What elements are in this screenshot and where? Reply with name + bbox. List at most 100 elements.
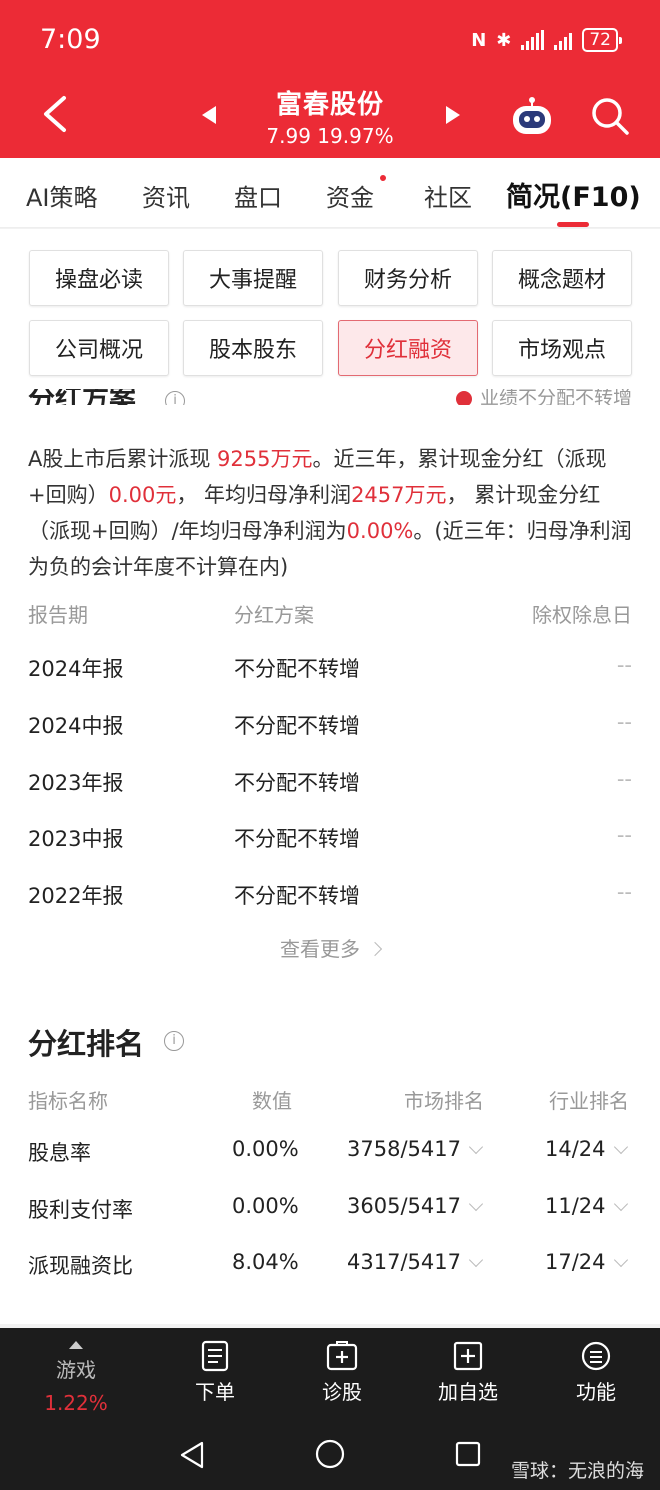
- dividend-plan-title: 分红方案: [28, 389, 136, 405]
- chevron-right-icon: [367, 941, 383, 957]
- chevron-down-icon[interactable]: [613, 1252, 628, 1268]
- chevron-down-icon[interactable]: [613, 1139, 628, 1155]
- diagnose-icon: [326, 1341, 358, 1371]
- col-header-period: 报告期: [28, 603, 88, 627]
- nav-home-icon[interactable]: [314, 1438, 346, 1470]
- add-icon: [453, 1341, 483, 1371]
- status-time: 7:09: [40, 24, 101, 55]
- row-period: 2024中报: [28, 714, 124, 738]
- chevron-down-icon[interactable]: [613, 1196, 628, 1212]
- game-sector-button[interactable]: 游戏 1.22%: [26, 1340, 126, 1415]
- next-stock-icon[interactable]: [444, 104, 462, 126]
- col-header-metric: 指标名称: [28, 1089, 108, 1113]
- col-header-market-rank: 市场排名: [404, 1089, 484, 1113]
- industry-rank: 14/24: [545, 1137, 628, 1161]
- metric-value: 0.00%: [232, 1137, 299, 1161]
- avg-net-profit-value: 2457万元: [351, 483, 447, 507]
- add-watchlist-button[interactable]: 加自选: [418, 1340, 518, 1405]
- signal-icon: [521, 30, 545, 50]
- cumulative-payout-value: 9255万元: [217, 447, 313, 471]
- subtab-trading-guide[interactable]: 操盘必读: [29, 250, 169, 306]
- market-rank-value: 4317/5417: [347, 1250, 461, 1274]
- subtab-shareholders[interactable]: 股本股东: [183, 320, 323, 376]
- view-more-label: 查看更多: [280, 937, 360, 961]
- nfc-icon: N: [471, 29, 487, 51]
- f10-subnav: 操盘必读 大事提醒 财务分析 概念题材 公司概况 股本股东 分红融资 市场观点: [0, 229, 660, 389]
- metric-value: 0.00%: [232, 1194, 299, 1218]
- col-header-exdate: 除权除息日: [532, 603, 632, 627]
- row-plan: 不分配不转增: [234, 827, 360, 851]
- market-rank-value: 3605/5417: [347, 1194, 461, 1218]
- subtab-company-profile[interactable]: 公司概况: [29, 320, 169, 376]
- row-plan: 不分配不转增: [234, 884, 360, 908]
- market-rank: 3605/5417: [347, 1194, 484, 1218]
- tab-f10[interactable]: 简况(F10): [506, 175, 641, 214]
- metric-name: 股利支付率: [28, 1198, 133, 1222]
- game-sector-label: 游戏: [56, 1358, 96, 1382]
- diagnose-button[interactable]: 诊股: [292, 1340, 392, 1405]
- battery-icon: 72: [582, 28, 622, 52]
- col-header-value: 数值: [252, 1089, 292, 1113]
- industry-rank-value: 11/24: [545, 1194, 606, 1218]
- row-plan: 不分配不转增: [234, 714, 360, 738]
- subtab-concepts[interactable]: 概念题材: [492, 250, 632, 306]
- subtab-dividends[interactable]: 分红融资: [338, 320, 478, 376]
- nav-recent-icon[interactable]: [454, 1440, 482, 1468]
- order-button[interactable]: 下单: [165, 1340, 265, 1405]
- status-icons: N ✱ 72: [471, 28, 622, 52]
- market-rank: 3758/5417: [347, 1137, 484, 1161]
- view-more-link[interactable]: 查看更多: [0, 933, 660, 962]
- tab-community[interactable]: 社区: [424, 178, 472, 213]
- functions-label: 功能: [576, 1380, 616, 1404]
- industry-rank-value: 14/24: [545, 1137, 606, 1161]
- row-plan: 不分配不转增: [234, 771, 360, 795]
- row-exdate: --: [616, 880, 632, 904]
- industry-rank: 11/24: [545, 1194, 628, 1218]
- industry-rank-value: 17/24: [545, 1250, 606, 1274]
- main-tabs: AI策略 资讯 盘口 资金 社区 简况(F10): [0, 158, 660, 228]
- bluetooth-icon: ✱: [496, 29, 512, 51]
- subtab-events[interactable]: 大事提醒: [183, 250, 323, 306]
- info-icon[interactable]: i: [165, 391, 185, 405]
- row-exdate: --: [616, 823, 632, 847]
- tab-news[interactable]: 资讯: [142, 178, 190, 213]
- col-header-industry-rank: 行业排名: [549, 1089, 629, 1113]
- game-sector-change: 1.22%: [44, 1391, 108, 1415]
- three-year-dividend-value: 0.00元: [108, 483, 177, 507]
- info-icon[interactable]: i: [164, 1031, 184, 1051]
- metric-value: 8.04%: [232, 1250, 299, 1274]
- active-tab-indicator: [557, 222, 589, 227]
- caret-up-icon: [69, 1341, 83, 1349]
- stock-name: 富春股份: [275, 90, 384, 120]
- dividend-tag: 业绩不分配不转增: [456, 389, 632, 405]
- tab-market[interactable]: 盘口: [234, 178, 282, 213]
- notification-dot: [380, 175, 386, 181]
- search-icon[interactable]: [590, 96, 630, 136]
- dividend-content: 分红方案 i 业绩不分配不转增 A股上市后累计派现 9255万元。近三年，累计现…: [0, 389, 660, 1324]
- clipped-section-header: 分红方案 i 业绩不分配不转增: [0, 389, 660, 405]
- chevron-down-icon[interactable]: [468, 1139, 484, 1155]
- subtab-financials[interactable]: 财务分析: [338, 250, 478, 306]
- row-exdate: --: [616, 710, 632, 734]
- row-exdate: --: [616, 767, 632, 791]
- row-period: 2023中报: [28, 827, 124, 851]
- chevron-down-icon[interactable]: [468, 1252, 484, 1268]
- add-watchlist-label: 加自选: [438, 1380, 498, 1404]
- watermark: 雪球：无浪的海: [510, 1460, 644, 1482]
- app-header: 7:09 N ✱ 72 富春股份 7.99 19.97%: [0, 0, 660, 158]
- nav-back-icon[interactable]: [178, 1440, 206, 1470]
- tab-ai-strategy[interactable]: AI策略: [26, 178, 98, 213]
- functions-button[interactable]: 功能: [546, 1340, 646, 1405]
- row-exdate: --: [616, 653, 632, 677]
- signal-icon-2: [554, 30, 573, 50]
- market-rank-value: 3758/5417: [347, 1137, 461, 1161]
- subtab-market-views[interactable]: 市场观点: [492, 320, 632, 376]
- order-label: 下单: [195, 1380, 235, 1404]
- ai-assistant-icon[interactable]: [510, 96, 554, 136]
- chevron-down-icon[interactable]: [468, 1196, 484, 1212]
- industry-rank: 17/24: [545, 1250, 628, 1274]
- col-header-plan: 分红方案: [234, 603, 314, 627]
- summary-text: A股上市后累计派现: [28, 447, 218, 471]
- row-period: 2022年报: [28, 884, 124, 908]
- tab-funds[interactable]: 资金: [326, 178, 374, 213]
